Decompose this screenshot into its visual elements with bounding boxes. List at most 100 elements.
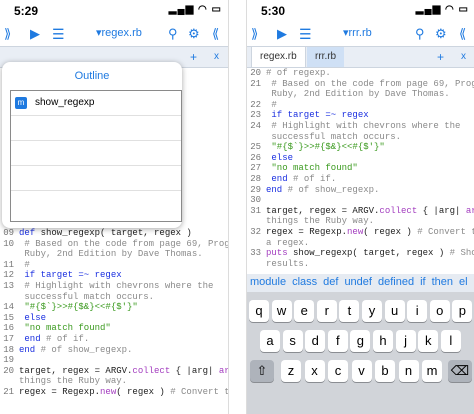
line-number: 09 [3,228,14,238]
keyword-button-undef[interactable]: undef [341,274,375,290]
file-selector[interactable]: ▾rrr.rb [343,26,372,39]
status-time: 5:29 [14,4,39,18]
file-selector[interactable]: ▾regex.rb [96,26,142,39]
code-line: 26 else [247,153,474,164]
key-u[interactable]: u [384,300,405,322]
key-t[interactable]: t [339,300,360,322]
key-w[interactable]: w [271,300,292,322]
code-token: # [19,259,30,270]
code-line: 29 end # of show_regexp. [247,185,474,196]
key-l[interactable]: l [440,330,461,352]
collapse-icon[interactable]: ⟪ [459,26,466,42]
key-a[interactable]: a [260,330,280,352]
key-b[interactable]: b [375,360,395,382]
search-icon[interactable]: ⚲ [415,26,425,42]
keyword-button-defined[interactable]: defined [375,274,417,290]
shift-key-icon[interactable]: ⇧ [250,360,274,382]
key-o[interactable]: o [429,300,450,322]
code-token: Ruby, 2nd Edition by Dave Thomas. [266,89,450,100]
keyword-button-then[interactable]: then [429,274,456,290]
tab-regex-rb[interactable]: regex.rb [251,47,306,67]
code-editor[interactable]: 09 def show_regexp( target, regex ) 10 # B… [0,228,228,398]
key-q[interactable]: q [249,300,269,322]
close-tab-button[interactable]: x [461,47,466,67]
key-k[interactable]: k [418,330,439,352]
code-token: else [266,152,294,163]
key-p[interactable]: p [452,300,473,322]
keyword-button-el[interactable]: el [456,274,471,290]
outline-list-icon[interactable]: ☰ [299,26,312,43]
add-tab-button[interactable]: + [190,47,197,67]
code-token: things the Ruby way. [266,216,375,227]
code-token: # Based on the code from page 69, Progra… [24,238,228,249]
file-tab-bar: regex.rb rrr.rb + x [247,46,474,68]
code-line: 09 def show_regexp( target, regex ) [0,228,228,239]
right-phone-screen: 5:30 ▂▄▆ ◠ ▭ ⟫ ▶ ☰ ▾rrr.rb ⚲ ⚙ ⟪ regex.r… [246,0,474,414]
code-line: 28 end # of if. [247,174,474,185]
close-tab-button[interactable]: x [214,47,219,67]
code-token: things the Ruby way. [19,376,128,387]
code-token: # [266,99,277,110]
settings-icon[interactable]: ⚙ [188,26,200,42]
key-h[interactable]: h [373,330,393,352]
status-bar: 5:29 ▂▄▆ ◠ ▭ [0,0,228,22]
settings-icon[interactable]: ⚙ [435,26,447,42]
code-line: 31 target, regex = ARGV.collect { |arg| a… [247,206,474,217]
key-r[interactable]: r [316,300,337,322]
code-token: target, regex = ARGV. [19,365,133,376]
key-z[interactable]: z [281,360,301,382]
line-number: 22 [250,99,261,110]
code-token: # of regexp. [266,68,331,78]
code-line: 18 end # of show_regexp. [0,345,228,356]
outline-item-show-regexp[interactable]: m show_regexp [11,91,181,116]
line-number: 30 [250,195,261,206]
keyword-button-def[interactable]: def [320,274,341,290]
tab-rrr-rb[interactable]: rrr.rb [307,47,345,67]
line-number: 32 [250,226,261,237]
line-number: 28 [250,173,261,184]
key-j[interactable]: j [395,330,416,352]
key-y[interactable]: y [362,300,382,322]
key-n[interactable]: n [398,360,419,382]
code-line: 12 if target =~ regex [0,270,228,281]
key-c[interactable]: c [328,360,348,382]
keyword-button-class[interactable]: class [289,274,320,290]
add-tab-button[interactable]: + [437,47,444,67]
code-token: Ruby, 2nd Edition by Dave Thomas. [19,249,203,260]
code-line: 33 puts show_regexp( target, regex ) # Sh… [247,248,474,259]
code-line: 13 # Highlight with chevrons where the [0,281,228,292]
code-token: "#{$`}>>#{$&}<<#{$'}" [266,142,385,153]
key-f[interactable]: f [327,330,348,352]
code-token: a regex. [266,237,310,248]
sidebar-toggle-icon[interactable]: ⟫ [4,26,11,42]
sidebar-toggle-icon[interactable]: ⟫ [251,26,258,42]
code-token: "#{$`}>>#{$&}<<#{$'}" [19,302,138,313]
code-line: 17 end # of if. [0,334,228,345]
collapse-icon[interactable]: ⟪ [212,26,219,42]
editor-toolbar: ⟫ ▶ ☰ ▾rrr.rb ⚲ ⚙ ⟪ [247,22,474,46]
key-d[interactable]: d [305,330,326,352]
search-icon[interactable]: ⚲ [168,26,178,42]
run-icon[interactable]: ▶ [30,26,40,42]
keyword-button-module[interactable]: module [247,274,289,290]
run-icon[interactable]: ▶ [277,26,287,42]
key-m[interactable]: m [422,360,442,382]
key-v[interactable]: v [351,360,372,382]
key-i[interactable]: i [407,300,428,322]
ruby-keyword-bar: module class def undef defined if then el [247,274,474,292]
key-s[interactable]: s [282,330,303,352]
code-token: else [19,312,47,323]
key-g[interactable]: g [350,330,371,352]
keyword-button-if[interactable]: if [417,274,429,290]
code-token: # Based on the code from page 69, Progra… [271,78,474,89]
backspace-key-icon[interactable]: ⌫ [448,360,472,382]
outline-list-icon[interactable]: ☰ [52,26,65,43]
key-e[interactable]: e [294,300,315,322]
key-x[interactable]: x [304,360,325,382]
code-line: 20 target, regex = ARGV.collect { |arg| a… [0,366,228,377]
list-item [11,191,181,215]
code-editor[interactable]: 20 # of regexp. 21 # Based on the code fro… [247,68,474,269]
code-token: if target =~ regex [19,270,122,281]
code-line: 25 "#{$`}>>#{$&}<<#{$'}" [247,142,474,153]
line-number: 23 [250,110,261,121]
